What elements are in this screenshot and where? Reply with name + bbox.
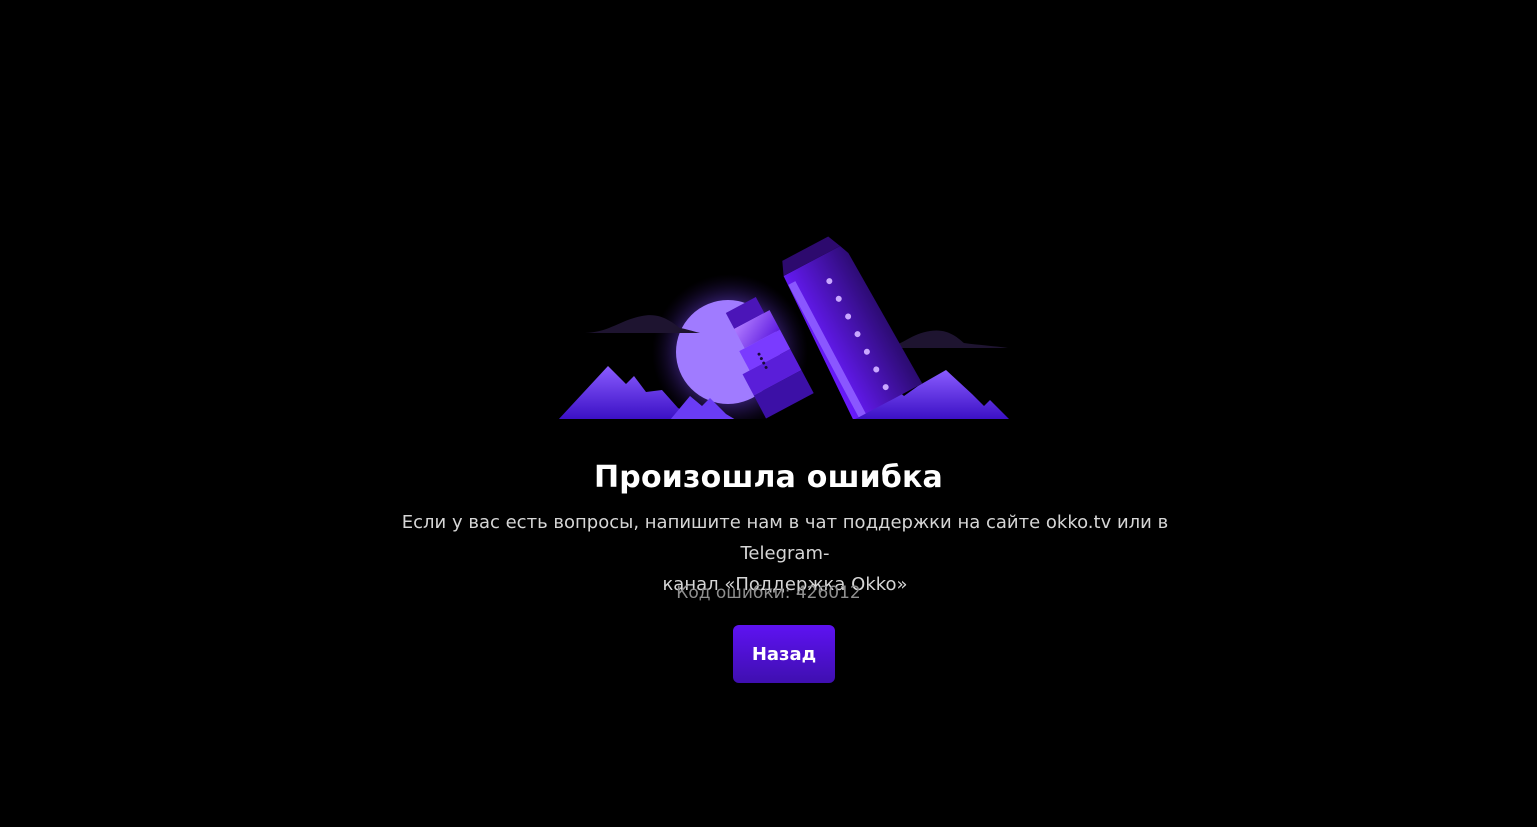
error-title: Произошла ошибка — [593, 460, 944, 495]
error-code: Код ошибки: 426012 — [676, 583, 861, 603]
back-button[interactable]: Назад — [733, 625, 835, 683]
support-message-line-1: Если у вас есть вопросы, напишите нам в … — [401, 512, 1169, 564]
sinking-ship-icon — [550, 236, 1020, 430]
error-page: Произошла ошибка Если у вас есть вопросы… — [0, 0, 1537, 827]
